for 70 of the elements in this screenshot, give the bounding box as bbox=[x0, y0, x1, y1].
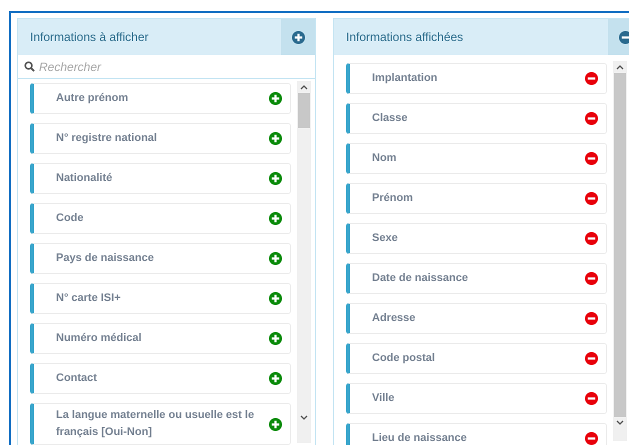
item-label: Classe bbox=[372, 110, 408, 126]
item-label: Nationalité bbox=[56, 170, 114, 186]
item-label: Pays de naissance bbox=[56, 250, 155, 266]
remove-icon bbox=[585, 272, 598, 285]
remove-button[interactable] bbox=[585, 272, 598, 285]
add-icon bbox=[269, 172, 282, 185]
remove-button[interactable] bbox=[585, 192, 598, 205]
remove-button[interactable] bbox=[585, 112, 598, 125]
add-all-button[interactable] bbox=[281, 19, 315, 55]
item-label: N° carte ISI+ bbox=[56, 290, 122, 306]
add-button[interactable] bbox=[269, 172, 282, 185]
panel-title: Informations à afficher bbox=[29, 29, 150, 46]
remove-icon bbox=[585, 192, 598, 205]
remove-button[interactable] bbox=[585, 312, 598, 325]
item-label: Numéro médical bbox=[56, 330, 143, 346]
item-label: N° registre national bbox=[56, 130, 158, 146]
item-label: La langue maternelle ou usuelle est le français [Oui-Non] bbox=[56, 408, 256, 440]
search-icon bbox=[24, 61, 35, 72]
add-button[interactable] bbox=[269, 252, 282, 265]
scroll-down-icon[interactable] bbox=[616, 420, 624, 426]
add-icon bbox=[269, 332, 282, 345]
add-icon bbox=[269, 212, 282, 225]
remove-all-icon bbox=[618, 30, 629, 44]
remove-icon bbox=[585, 312, 598, 325]
scroll-up-icon[interactable] bbox=[616, 64, 624, 70]
item-label: Date de naissance bbox=[372, 270, 469, 286]
remove-button[interactable] bbox=[585, 72, 598, 85]
scrollbar[interactable] bbox=[613, 61, 627, 441]
add-button[interactable] bbox=[269, 332, 282, 345]
add-button[interactable] bbox=[269, 92, 282, 105]
remove-icon bbox=[585, 152, 598, 165]
add-icon bbox=[269, 92, 282, 105]
scroll-up-icon[interactable] bbox=[300, 84, 308, 90]
remove-icon bbox=[585, 72, 598, 85]
remove-button[interactable] bbox=[585, 352, 598, 365]
add-button[interactable] bbox=[269, 418, 282, 431]
item-label: Implantation bbox=[372, 70, 438, 86]
item-label: Adresse bbox=[372, 310, 416, 326]
remove-icon bbox=[585, 112, 598, 125]
scrollbar-thumb[interactable] bbox=[298, 93, 310, 128]
item-label: Contact bbox=[56, 370, 98, 386]
panel-title: Informations affichées bbox=[345, 29, 464, 46]
scroll-down-icon[interactable] bbox=[300, 415, 308, 421]
item-label: Nom bbox=[372, 150, 398, 166]
add-icon bbox=[269, 252, 282, 265]
remove-icon bbox=[585, 352, 598, 365]
remove-button[interactable] bbox=[585, 392, 598, 405]
scrollbar[interactable] bbox=[297, 81, 311, 443]
remove-button[interactable] bbox=[585, 152, 598, 165]
add-button[interactable] bbox=[269, 372, 282, 385]
add-button[interactable] bbox=[269, 132, 282, 145]
add-icon bbox=[269, 132, 282, 145]
add-icon bbox=[269, 418, 282, 431]
item-label: Sexe bbox=[372, 230, 399, 246]
add-icon bbox=[269, 292, 282, 305]
add-button[interactable] bbox=[269, 292, 282, 305]
remove-icon bbox=[585, 232, 598, 245]
add-all-icon bbox=[292, 30, 304, 44]
item-label: Lieu de naissance bbox=[372, 430, 468, 445]
add-button[interactable] bbox=[269, 212, 282, 225]
item-label: Autre prénom bbox=[56, 90, 130, 106]
remove-button[interactable] bbox=[585, 232, 598, 245]
item-label: Code bbox=[56, 210, 84, 226]
item-label: Ville bbox=[372, 390, 396, 406]
scrollbar-thumb[interactable] bbox=[614, 72, 626, 418]
item-label: Prénom bbox=[372, 190, 414, 206]
item-label: Code postal bbox=[372, 350, 436, 366]
remove-button[interactable] bbox=[585, 432, 598, 445]
remove-icon bbox=[585, 392, 598, 405]
add-icon bbox=[269, 372, 282, 385]
